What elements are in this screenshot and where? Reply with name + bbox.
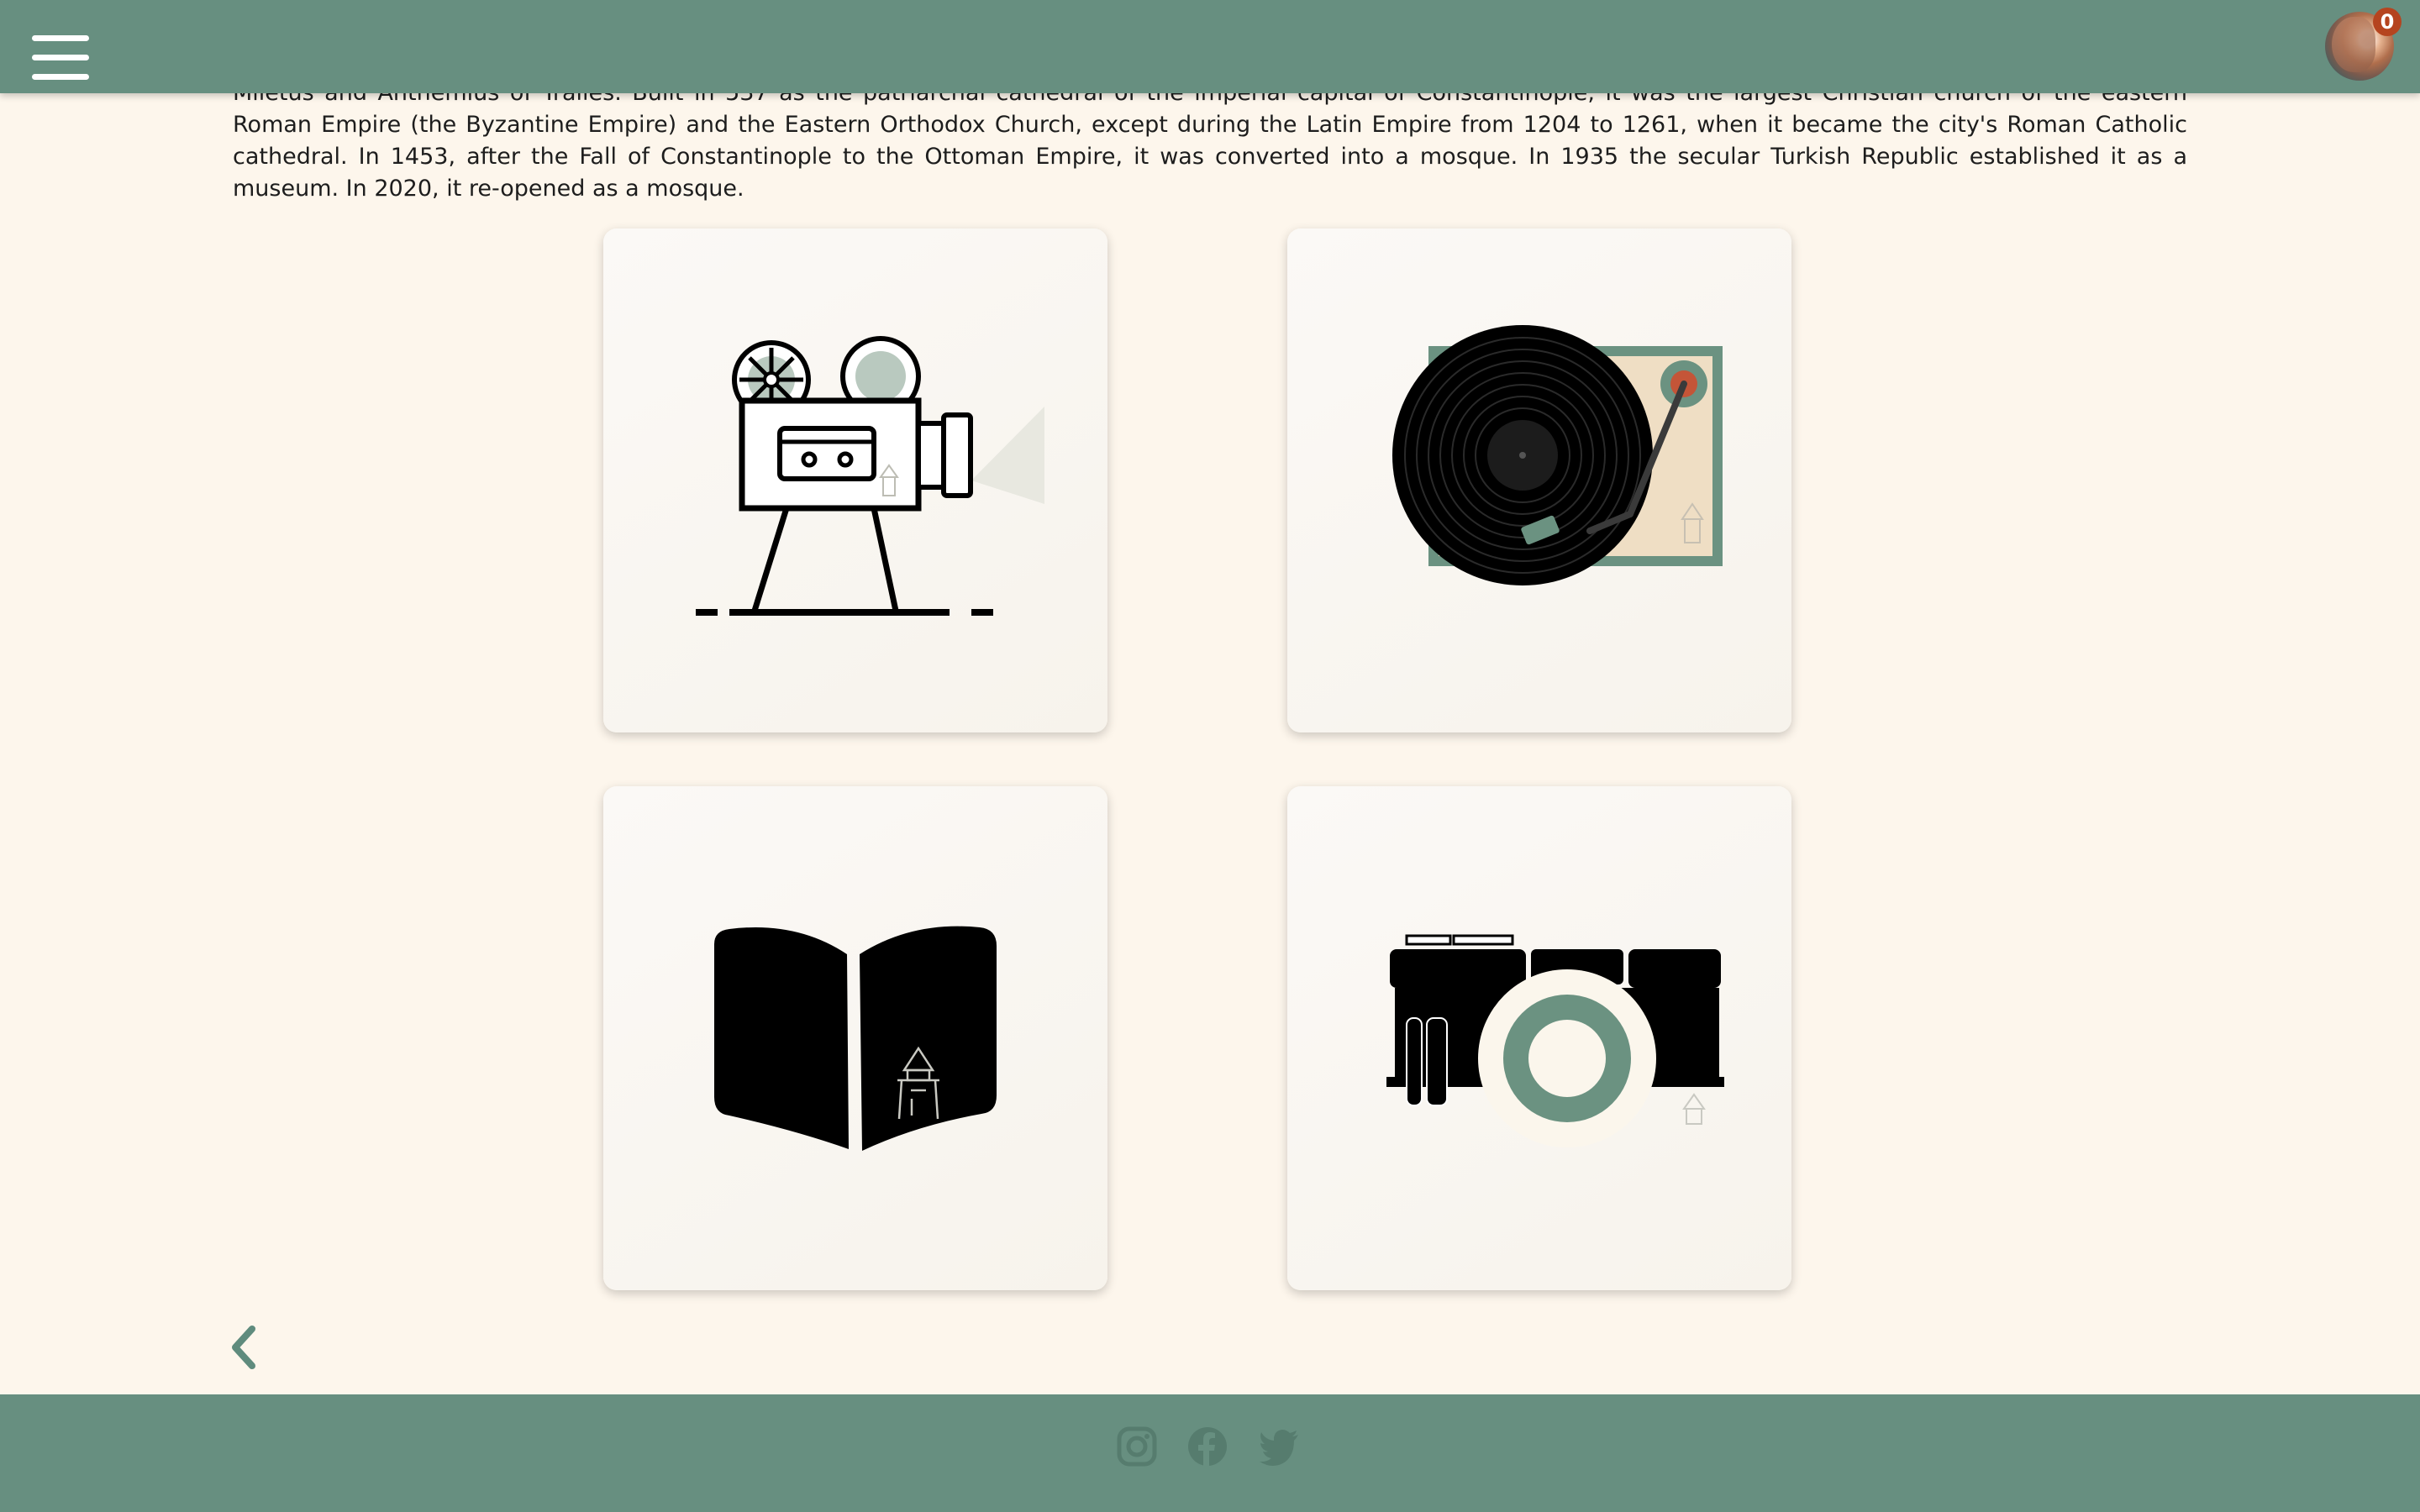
chevron-left-icon[interactable] [227,1324,260,1371]
instagram-icon[interactable] [1116,1425,1158,1467]
camera-icon [1386,934,1724,1147]
card-film-projector[interactable] [603,228,1107,732]
card-camera[interactable] [1287,786,1791,1290]
record-player-icon [1392,325,1723,585]
twitter-icon[interactable] [1259,1425,1301,1467]
top-header: 0 [0,0,2420,93]
film-projector-icon [696,336,1044,616]
card-open-book[interactable] [603,786,1107,1290]
open-book-icon [714,926,997,1151]
article-text: Miletus and Anthemius of Tralles. Built … [233,77,2187,205]
facebook-icon[interactable] [1186,1425,1228,1467]
card-record-player[interactable] [1287,228,1791,732]
hamburger-menu-icon[interactable] [32,35,89,82]
cart-count-badge: 0 [2373,8,2402,36]
